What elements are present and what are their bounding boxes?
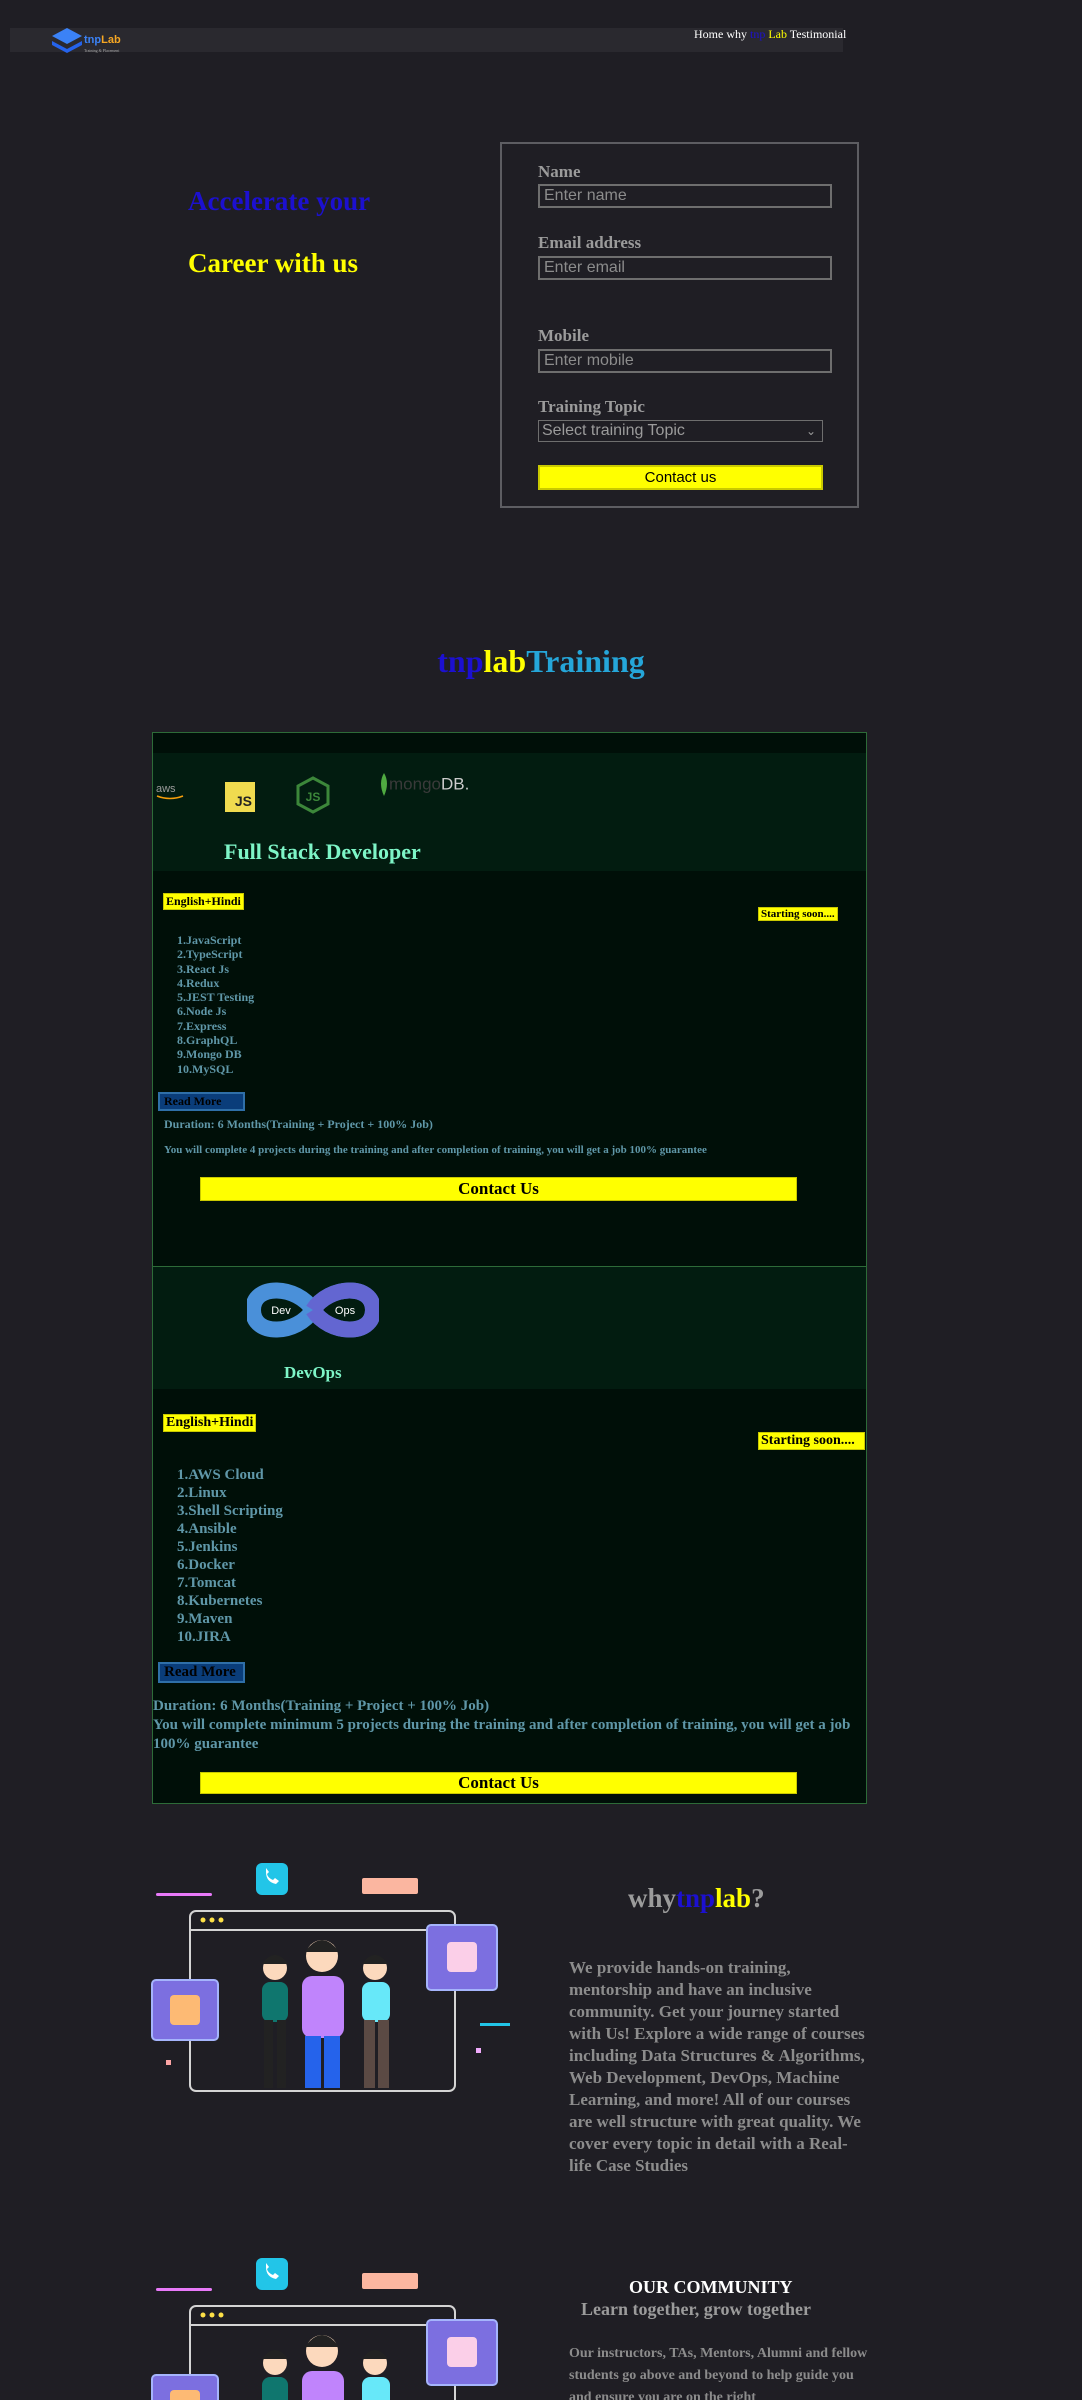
- course-description: You will complete minimum 5 projects dur…: [153, 1717, 851, 1752]
- nav-lab-link[interactable]: Lab: [768, 27, 787, 41]
- course-duration: Duration: 6 Months(Training + Project + …: [164, 1117, 433, 1131]
- status-badge: Starting soon....: [758, 1432, 865, 1450]
- training-section-title: tnplabTraining: [437, 643, 645, 679]
- why-description: We provide hands-on training, mentorship…: [569, 1958, 865, 2175]
- topic-list: 1.JavaScript 2.TypeScript 3.React Js 4.R…: [177, 933, 254, 1076]
- course-card-fullstack: aws JS JS mongoDB. Full Stack Developer …: [152, 732, 867, 1267]
- list-item: 10.JIRA: [177, 1629, 231, 1645]
- logo-text: tnpLab: [84, 34, 121, 46]
- list-item: 5.JEST Testing: [177, 990, 255, 1005]
- list-item: 3.React Js: [177, 961, 229, 976]
- mongodb-logo: mongoDB.: [379, 773, 469, 797]
- topic-select-value: Select training Topic: [542, 422, 685, 439]
- list-item: 2.Linux: [177, 1485, 227, 1501]
- hero-heading-line2: Career with us: [188, 248, 358, 278]
- list-item: 3.Shell Scripting: [177, 1503, 283, 1519]
- chevron-down-icon: ⌄: [805, 424, 816, 438]
- hero-heading-line1: Accelerate your: [188, 186, 371, 216]
- svg-text:JS: JS: [306, 790, 321, 804]
- topic-label: Training Topic: [538, 397, 645, 416]
- language-badge: English+Hindi: [163, 893, 244, 910]
- name-label: Name: [538, 162, 581, 181]
- mobile-input[interactable]: [538, 349, 832, 373]
- mobile-label: Mobile: [538, 326, 589, 345]
- list-item: 2.TypeScript: [177, 947, 243, 962]
- why-section-title: whytnplab?: [628, 1883, 765, 1913]
- list-item: 6.Docker: [177, 1557, 235, 1573]
- read-more-button[interactable]: Read More: [158, 1092, 245, 1111]
- nav-tnp-link[interactable]: tnp: [750, 27, 765, 41]
- topic-select[interactable]: Select training Topic ⌄: [538, 420, 823, 442]
- course-card-devops: Dev Ops DevOps English+Hindi Starting so…: [152, 1266, 867, 1804]
- course-contact-button[interactable]: Contact Us: [200, 1772, 797, 1794]
- list-item: 6.Node Js: [177, 1004, 227, 1019]
- js-logo: JS: [225, 782, 255, 812]
- community-subtitle: Learn together, grow together: [581, 2299, 811, 2319]
- nav-home-link[interactable]: Home: [694, 27, 723, 41]
- nav-testimonial-link[interactable]: Testimonial: [790, 27, 846, 41]
- language-badge: English+Hindi: [163, 1414, 257, 1432]
- list-item: 5.Jenkins: [177, 1539, 238, 1555]
- list-item: 4.Ansible: [177, 1521, 237, 1537]
- course-duration: Duration: 6 Months(Training + Project + …: [153, 1698, 490, 1714]
- svg-text:Ops: Ops: [335, 1305, 356, 1317]
- list-item: 10.MySQL: [177, 1061, 234, 1076]
- aws-logo: aws: [156, 783, 184, 800]
- list-item: 7.Tomcat: [177, 1575, 237, 1591]
- read-more-button[interactable]: Read More: [158, 1662, 245, 1683]
- list-item: 8.GraphQL: [177, 1033, 238, 1048]
- contact-form: Name Email address Mobile Training Topic…: [500, 142, 859, 508]
- course-title: Full Stack Developer: [224, 839, 421, 864]
- name-input[interactable]: [538, 184, 832, 208]
- topic-list: 1.AWS Cloud 2.Linux 3.Shell Scripting 4.…: [177, 1466, 283, 1646]
- course-title: DevOps: [284, 1363, 342, 1382]
- list-item: 9.Maven: [177, 1611, 233, 1627]
- email-input[interactable]: [538, 256, 832, 280]
- nav-links: Home why tnp Lab Testimonial: [694, 27, 846, 42]
- community-illustration: [151, 2258, 498, 2400]
- list-item: 7.Express: [177, 1018, 227, 1033]
- community-description: Our instructors, TAs, Mentors, Alumni an…: [569, 2346, 868, 2400]
- devops-logo: Dev Ops: [247, 1282, 379, 1338]
- nodejs-logo: JS: [296, 776, 330, 814]
- nav-why-link[interactable]: why: [726, 27, 747, 41]
- status-badge: Starting soon....: [758, 907, 838, 921]
- list-item: 1.JavaScript: [177, 933, 242, 947]
- logo[interactable]: tnpLab Training & Placement: [40, 26, 130, 60]
- logo-icon: [52, 28, 82, 53]
- list-item: 8.Kubernetes: [177, 1593, 263, 1609]
- list-item: 4.Redux: [177, 975, 220, 990]
- logo-tagline: Training & Placement: [84, 48, 120, 53]
- community-title: OUR COMMUNITY: [629, 2277, 793, 2297]
- contact-submit-button[interactable]: Contact us: [538, 465, 823, 490]
- course-contact-button[interactable]: Contact Us: [200, 1177, 797, 1201]
- svg-text:Dev: Dev: [271, 1305, 291, 1317]
- email-label: Email address: [538, 233, 642, 252]
- list-item: 9.Mongo DB: [177, 1047, 242, 1062]
- team-illustration: [151, 1863, 510, 2092]
- course-description: You will complete 4 projects during the …: [164, 1144, 707, 1156]
- list-item: 1.AWS Cloud: [177, 1467, 264, 1483]
